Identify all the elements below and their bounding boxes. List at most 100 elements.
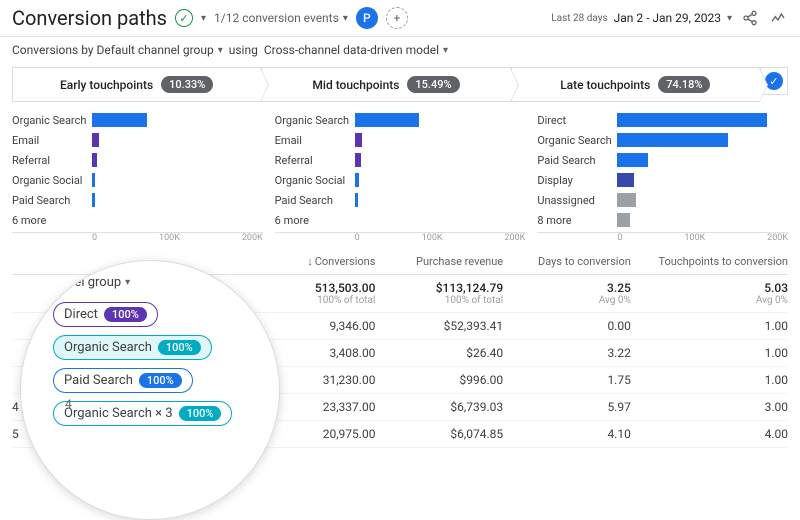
bar-row: Email — [275, 130, 526, 150]
pct-pill: 100% — [104, 307, 147, 322]
tab-early[interactable]: Early touchpoints 10.33% — [12, 67, 261, 102]
bar-row: Referral — [275, 150, 526, 170]
pct-pill: 100% — [179, 406, 222, 421]
bar-label: Paid Search — [537, 154, 617, 167]
bar — [617, 213, 630, 227]
pct-badge: 10.33% — [161, 76, 213, 93]
chevron-down-icon[interactable]: ▾ — [201, 13, 206, 24]
bar — [92, 173, 95, 187]
events-selector[interactable]: 1/12 conversion events ▾ — [214, 11, 348, 25]
bar-label: Email — [12, 134, 92, 147]
bar-row: Unassigned — [537, 190, 788, 210]
path-chip-direct[interactable]: Direct 100% — [53, 302, 158, 327]
col-touchpoints[interactable]: Touchpoints to conversion — [631, 255, 788, 268]
bar-row: Paid Search — [275, 190, 526, 210]
bar-label: Paid Search — [12, 194, 92, 207]
top-bar: Conversion paths ✓ ▾ 1/12 conversion eve… — [0, 0, 800, 37]
bar-label: Display — [537, 174, 617, 187]
bar-row: 6 more — [275, 210, 526, 230]
sub-bar: Conversions by Default channel group ▾ u… — [0, 37, 800, 63]
bar-row: Direct — [537, 110, 788, 130]
col-conversions[interactable]: ↓Conversions — [267, 255, 375, 268]
bar-label: Direct — [537, 114, 617, 127]
bar — [355, 133, 363, 147]
bar — [617, 193, 636, 207]
chevron-down-icon: ▾ — [727, 13, 732, 24]
bar — [92, 133, 99, 147]
bar-label: 8 more — [537, 214, 617, 227]
events-selector-label: 1/12 conversion events — [214, 11, 339, 25]
bar-label: Organic Social — [275, 174, 355, 187]
bar — [617, 173, 634, 187]
x-axis: 0100K200K — [275, 232, 526, 243]
insights-icon[interactable] — [768, 8, 788, 28]
path-chip-organic[interactable]: Organic Search 100% — [53, 335, 212, 360]
bar — [92, 153, 97, 167]
add-segment-button[interactable]: + — [386, 7, 408, 29]
charts-row: Organic Search Email Referral Organic Socia… — [0, 102, 800, 243]
date-range-picker[interactable]: Last 28 days Jan 2 - Jan 29, 2023 ▾ — [551, 11, 732, 25]
bar-label: Referral — [275, 154, 355, 167]
tab-late[interactable]: Late touchpoints 74.18% — [511, 67, 760, 102]
model-selector[interactable]: Cross-channel data-driven model ▾ — [264, 43, 448, 57]
path-chip-organic-x3[interactable]: Organic Search × 3 100% — [53, 401, 232, 426]
bar-row: Organic Search — [537, 130, 788, 150]
col-revenue[interactable]: Purchase revenue — [375, 255, 503, 268]
sort-arrow-icon: ↓ — [307, 255, 313, 268]
bar-label: Paid Search — [275, 194, 355, 207]
bar-label: Unassigned — [537, 194, 617, 207]
bar-chart: Direct Organic Search Paid Search Display Un… — [537, 110, 788, 243]
bar-label: Referral — [12, 154, 92, 167]
bar — [617, 153, 648, 167]
chevron-down-icon: ▾ — [125, 277, 130, 288]
bar-label: Organic Search — [275, 114, 355, 127]
bar-row: 8 more — [537, 210, 788, 230]
bar-row: Paid Search — [537, 150, 788, 170]
bar-label: 6 more — [275, 214, 355, 227]
pct-pill: 100% — [139, 373, 182, 388]
bar-label: Email — [275, 134, 355, 147]
bar-row: Organic Search — [12, 110, 263, 130]
bar — [617, 133, 728, 147]
bar-label: 6 more — [12, 214, 92, 227]
path-chip-paid[interactable]: Paid Search 100% — [53, 368, 193, 393]
pct-badge: 15.49% — [407, 76, 459, 93]
status-check-icon[interactable]: ✓ — [175, 9, 193, 27]
x-axis: 0100K200K — [537, 232, 788, 243]
bar-chart: Organic Search Email Referral Organic Socia… — [12, 110, 263, 243]
pct-badge: 74.18% — [658, 76, 710, 93]
chevron-down-icon: ▾ — [218, 45, 223, 56]
bar-label: Organic Social — [12, 174, 92, 187]
bar-chart: Organic Search Email Referral Organic Socia… — [275, 110, 526, 243]
model-prefix: using — [229, 43, 258, 57]
bar-row: Organic Search — [275, 110, 526, 130]
bar — [355, 153, 361, 167]
bar-label: Organic Search — [12, 114, 92, 127]
bar-row: Display — [537, 170, 788, 190]
x-axis: 0100K200K — [12, 232, 263, 243]
bar — [92, 193, 95, 207]
bar-row: 6 more — [12, 210, 263, 230]
bar — [355, 173, 359, 187]
dimension-selector[interactable]: Conversions by Default channel group ▾ — [12, 43, 223, 57]
bar-label: Organic Search — [537, 134, 617, 147]
tab-mid[interactable]: Mid touchpoints 15.49% — [261, 67, 510, 102]
touchpoint-tabs: Early touchpoints 10.33% Mid touchpoints… — [12, 67, 788, 102]
row-index: 4 — [65, 397, 72, 411]
chevron-down-icon: ▾ — [443, 45, 448, 56]
period-label: Last 28 days — [551, 13, 607, 24]
share-icon[interactable] — [740, 8, 760, 28]
magnifier-overlay: annel group ▾ Direct 100% Organic Search… — [20, 260, 280, 520]
col-days[interactable]: Days to conversion — [503, 255, 631, 268]
bar — [355, 193, 358, 207]
bar — [355, 113, 419, 127]
chevron-down-icon: ▾ — [343, 13, 348, 24]
date-range-text: Jan 2 - Jan 29, 2023 — [614, 11, 721, 25]
segment-chip[interactable]: P — [356, 7, 378, 29]
bar — [617, 113, 766, 127]
bar — [92, 113, 147, 127]
pct-pill: 100% — [158, 340, 201, 355]
bar-row: Organic Social — [12, 170, 263, 190]
bar-row: Organic Social — [275, 170, 526, 190]
bar-row: Referral — [12, 150, 263, 170]
